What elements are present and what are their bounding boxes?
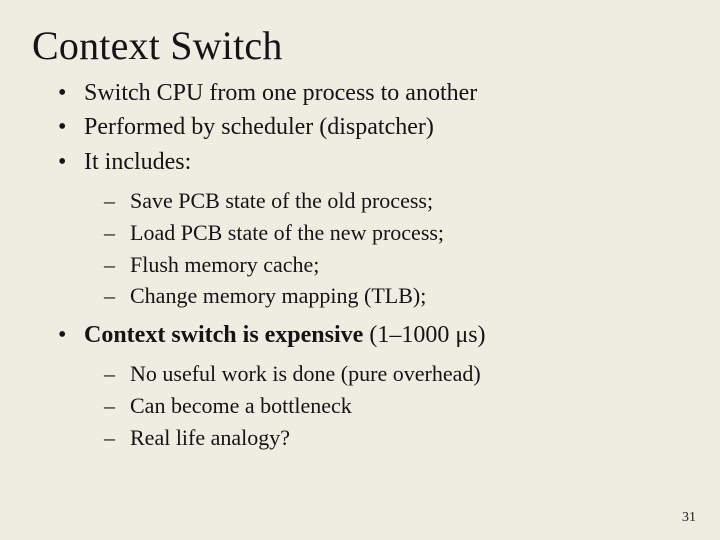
sub-bullet-list: Save PCB state of the old process; Load … <box>104 186 690 311</box>
sub-bullet-item: Flush memory cache; <box>104 250 690 280</box>
slide-title: Context Switch <box>32 22 690 69</box>
sub-bullet-item: Save PCB state of the old process; <box>104 186 690 216</box>
slide: Context Switch Switch CPU from one proce… <box>0 0 720 540</box>
bullet-item: Performed by scheduler (dispatcher) <box>58 111 690 143</box>
bullet-strong-text: Context switch is expensive <box>84 322 363 348</box>
sub-bullet-item: Load PCB state of the new process; <box>104 218 690 248</box>
bullet-item: It includes: Save PCB state of the old p… <box>58 146 690 311</box>
sub-bullet-item: No useful work is done (pure overhead) <box>104 359 690 389</box>
bullet-text: It includes: <box>84 149 191 175</box>
bullet-tail-text: (1–1000 μs) <box>363 322 485 348</box>
sub-bullet-item: Can become a bottleneck <box>104 391 690 421</box>
bullet-item: Switch CPU from one process to another <box>58 77 690 109</box>
sub-bullet-item: Real life analogy? <box>104 423 690 453</box>
bullet-item: Context switch is expensive (1–1000 μs) … <box>58 319 690 452</box>
sub-bullet-item: Change memory mapping (TLB); <box>104 281 690 311</box>
page-number: 31 <box>682 510 696 526</box>
bullet-list: Switch CPU from one process to another P… <box>58 77 690 452</box>
sub-bullet-list: No useful work is done (pure overhead) C… <box>104 359 690 452</box>
